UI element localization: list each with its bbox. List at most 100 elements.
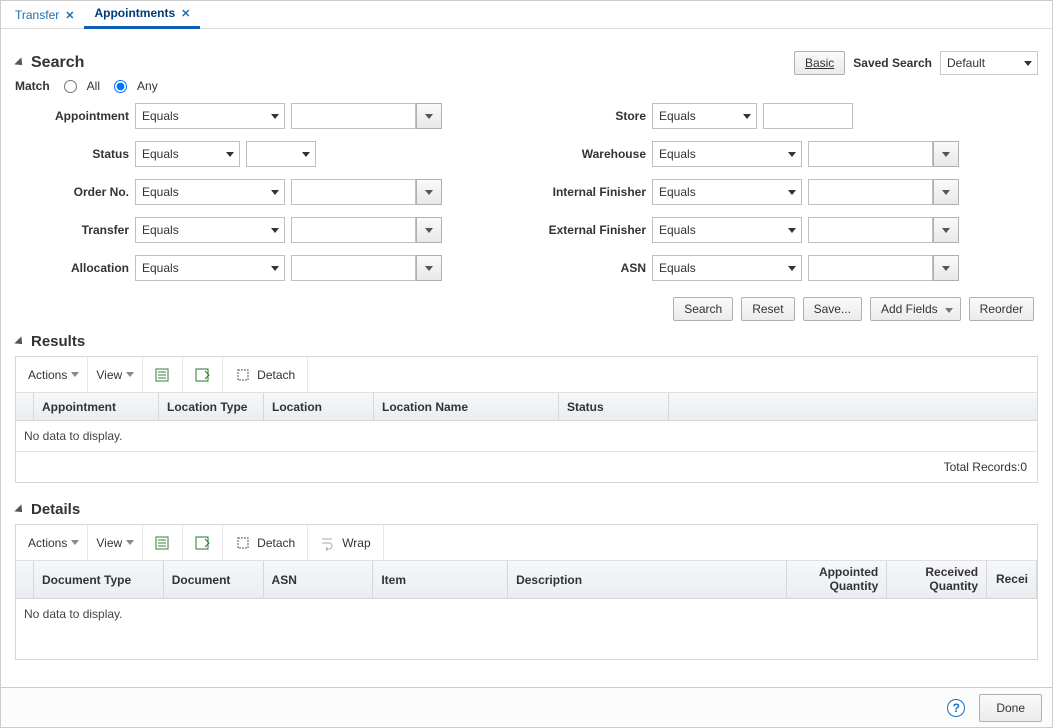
- total-records-value: 0: [1020, 460, 1027, 474]
- column-header[interactable]: Location Type: [159, 393, 264, 420]
- save-button[interactable]: Save...: [803, 297, 862, 321]
- disclosure-icon[interactable]: [14, 504, 25, 515]
- criteria-label: Order No.: [15, 185, 135, 199]
- match-all-radio[interactable]: [64, 80, 77, 93]
- value-input[interactable]: [291, 103, 416, 129]
- value-input[interactable]: [808, 141, 933, 167]
- value-input[interactable]: [808, 179, 933, 205]
- value-input[interactable]: [808, 217, 933, 243]
- column-header[interactable]: Recei: [987, 561, 1037, 598]
- wrap-button[interactable]: Wrap: [308, 525, 383, 560]
- tab-bar: Transfer ✕ Appointments ✕: [1, 1, 1052, 29]
- query-icon[interactable]: [183, 357, 223, 392]
- criteria-label: Allocation: [15, 261, 135, 275]
- criteria-left-col: AppointmentEqualsStatusEqualsOrder No.Eq…: [15, 103, 442, 281]
- basic-toggle-button[interactable]: Basic: [794, 51, 845, 75]
- column-header[interactable]: Appointment: [34, 393, 159, 420]
- lov-dropdown-button[interactable]: [416, 217, 442, 243]
- criteria-label: Transfer: [15, 223, 135, 237]
- criteria-right-col: StoreEqualsWarehouseEqualsInternal Finis…: [502, 103, 959, 281]
- section-title: Details: [31, 501, 80, 518]
- sort-column-icon[interactable]: [16, 561, 34, 598]
- tab-transfer[interactable]: Transfer ✕: [5, 2, 84, 28]
- criteria-label: Appointment: [15, 109, 135, 123]
- details-toolbar: Actions View Detach Wrap: [16, 525, 1037, 561]
- operator-dropdown[interactable]: Equals: [135, 103, 285, 129]
- column-header[interactable]: Location Name: [374, 393, 559, 420]
- disclosure-icon[interactable]: [14, 336, 25, 347]
- search-button[interactable]: Search: [673, 297, 733, 321]
- criteria-row-warehouse: WarehouseEquals: [502, 141, 959, 167]
- criteria-label: Internal Finisher: [502, 185, 652, 199]
- close-icon[interactable]: ✕: [181, 7, 190, 20]
- value-dropdown[interactable]: [246, 141, 316, 167]
- detach-button[interactable]: Detach: [223, 357, 308, 392]
- chevron-down-icon: [126, 372, 134, 377]
- criteria-grid: AppointmentEqualsStatusEqualsOrder No.Eq…: [15, 103, 1038, 281]
- lov-dropdown-button[interactable]: [933, 179, 959, 205]
- export-icon[interactable]: [143, 357, 183, 392]
- results-panel: Actions View Detach AppointmentLocati: [15, 356, 1038, 483]
- column-header[interactable]: Status: [559, 393, 669, 420]
- actions-menu[interactable]: Actions: [20, 357, 88, 392]
- view-menu[interactable]: View: [88, 525, 143, 560]
- column-header[interactable]: ReceivedQuantity: [887, 561, 987, 598]
- lov-dropdown-button[interactable]: [933, 141, 959, 167]
- done-button[interactable]: Done: [979, 694, 1042, 722]
- match-label: Match: [15, 79, 50, 93]
- value-input[interactable]: [808, 255, 933, 281]
- sort-column-icon[interactable]: [16, 393, 34, 420]
- tab-appointments[interactable]: Appointments ✕: [84, 0, 200, 29]
- value-input[interactable]: [291, 179, 416, 205]
- lov-dropdown-button[interactable]: [416, 255, 442, 281]
- operator-dropdown[interactable]: Equals: [135, 179, 285, 205]
- actions-menu[interactable]: Actions: [20, 525, 88, 560]
- operator-dropdown[interactable]: Equals: [135, 141, 240, 167]
- total-records-label: Total Records:: [944, 460, 1021, 474]
- lov-dropdown-button[interactable]: [933, 217, 959, 243]
- export-icon[interactable]: [143, 525, 183, 560]
- criteria-row-transfer: TransferEquals: [15, 217, 442, 243]
- operator-dropdown[interactable]: Equals: [652, 255, 802, 281]
- operator-dropdown[interactable]: Equals: [135, 255, 285, 281]
- view-menu[interactable]: View: [88, 357, 143, 392]
- value-input[interactable]: [291, 255, 416, 281]
- lov-dropdown-button[interactable]: [416, 103, 442, 129]
- close-icon[interactable]: ✕: [65, 9, 74, 22]
- operator-dropdown[interactable]: Equals: [652, 141, 802, 167]
- value-input[interactable]: [763, 103, 853, 129]
- query-icon[interactable]: [183, 525, 223, 560]
- reorder-button[interactable]: Reorder: [969, 297, 1034, 321]
- operator-dropdown[interactable]: Equals: [652, 179, 802, 205]
- disclosure-icon[interactable]: [14, 57, 25, 68]
- column-header[interactable]: AppointedQuantity: [787, 561, 887, 598]
- column-header[interactable]: Document: [164, 561, 264, 598]
- criteria-row-order-no-: Order No.Equals: [15, 179, 442, 205]
- help-icon[interactable]: ?: [947, 699, 965, 717]
- results-table-header: AppointmentLocation TypeLocationLocation…: [16, 393, 1037, 421]
- search-header: Search Basic Saved Search Default: [15, 51, 1038, 75]
- match-any-radio[interactable]: [114, 80, 127, 93]
- value-input[interactable]: [291, 217, 416, 243]
- reset-button[interactable]: Reset: [741, 297, 794, 321]
- detach-button[interactable]: Detach: [223, 525, 308, 560]
- content-scroll[interactable]: Search Basic Saved Search Default Match …: [1, 29, 1052, 687]
- footer-bar: ? Done: [1, 687, 1052, 727]
- operator-dropdown[interactable]: Equals: [652, 217, 802, 243]
- column-header[interactable]: ASN: [264, 561, 374, 598]
- column-header[interactable]: Description: [508, 561, 787, 598]
- chevron-down-icon: [71, 540, 79, 545]
- column-header[interactable]: Location: [264, 393, 374, 420]
- saved-search-label: Saved Search: [853, 56, 932, 70]
- criteria-row-asn: ASNEquals: [502, 255, 959, 281]
- lov-dropdown-button[interactable]: [933, 255, 959, 281]
- lov-dropdown-button[interactable]: [416, 179, 442, 205]
- results-nodata: No data to display.: [16, 421, 1037, 451]
- saved-search-dropdown[interactable]: Default: [940, 51, 1038, 75]
- column-header[interactable]: Item: [373, 561, 508, 598]
- column-header[interactable]: Document Type: [34, 561, 164, 598]
- add-fields-button[interactable]: Add Fields: [870, 297, 961, 321]
- operator-dropdown[interactable]: Equals: [135, 217, 285, 243]
- section-title: Results: [31, 333, 85, 350]
- operator-dropdown[interactable]: Equals: [652, 103, 757, 129]
